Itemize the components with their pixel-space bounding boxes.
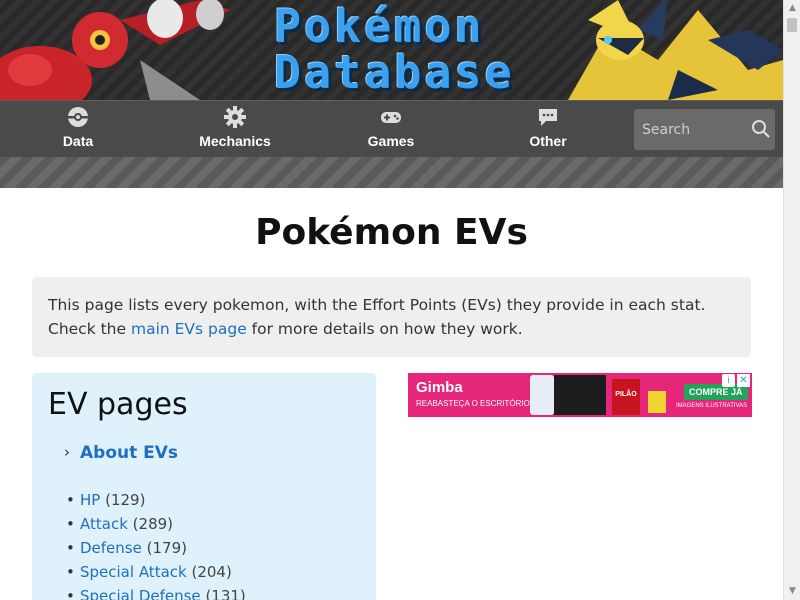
special-defense-link[interactable]: Special Defense (80, 587, 201, 600)
stat-count: (289) (132, 515, 174, 533)
intro-panel: This page lists every pokemon, with the … (32, 277, 751, 357)
ad-product-bottle (530, 375, 554, 415)
search-icon[interactable] (751, 119, 771, 139)
hp-link[interactable]: HP (80, 491, 100, 509)
main-evs-link[interactable]: main EVs page (131, 320, 247, 338)
pokeball-icon (68, 107, 88, 127)
stat-count: (129) (105, 491, 146, 509)
ad-product-coffee: PILÃO (612, 379, 640, 415)
nav-item-data[interactable]: Data (8, 101, 148, 158)
logo-line-2: Database (274, 46, 515, 99)
close-icon[interactable]: ✕ (737, 374, 750, 387)
main-nav: Data Mechanics Games Other Search (0, 100, 783, 157)
nav-label-data: Data (62, 133, 94, 149)
ad-note: IMAGENS ILUSTRATIVAS (676, 403, 748, 409)
ad-product-notes (648, 391, 666, 413)
stat-count: (204) (191, 563, 232, 581)
stat-count: (179) (146, 539, 187, 557)
ad-product-notebook (554, 375, 606, 415)
search-box (634, 109, 775, 150)
defense-link[interactable]: Defense (80, 539, 142, 557)
nav-stripe-divider (0, 157, 783, 188)
ad-brand: Gimba (416, 379, 463, 396)
main-content: Pokémon EVs This page lists every pokemo… (0, 188, 783, 600)
list-item: HP (129) (66, 488, 246, 512)
stat-count: (131) (205, 587, 246, 600)
list-item: Special Attack (204) (66, 560, 246, 584)
nav-label-mechanics: Mechanics (199, 133, 271, 149)
scrollbar-thumb[interactable] (787, 18, 797, 32)
ev-pages-panel: EV pages › About EVs HP (129) Attack (28… (32, 373, 376, 600)
nav-item-other[interactable]: Other (478, 101, 618, 158)
page-title: Pokémon EVs (255, 212, 528, 253)
scroll-down-arrow-icon[interactable]: ▼ (784, 583, 800, 600)
chevron-right-icon: › (64, 443, 70, 461)
logo-line-1: Pokémon (274, 0, 485, 53)
about-evs-link[interactable]: About EVs (80, 443, 178, 463)
nav-item-games[interactable]: Games (321, 101, 461, 158)
ev-stat-list: HP (129) Attack (289) Defense (179) Spec… (66, 488, 246, 600)
gear-icon (224, 106, 246, 128)
scizor-illustration (0, 0, 230, 100)
nav-label-other: Other (529, 133, 567, 149)
site-logo[interactable]: Pokémon Database (274, 4, 515, 96)
site-banner[interactable]: Pokémon Database (0, 0, 783, 100)
about-evs-item: › About EVs (64, 443, 178, 463)
scroll-up-arrow-icon[interactable]: ▲ (784, 0, 800, 17)
zeraora-illustration (568, 0, 783, 100)
list-item: Special Defense (131) (66, 584, 246, 600)
list-item: Attack (289) (66, 512, 246, 536)
gamepad-icon (381, 112, 401, 123)
ad-subtitle: REABASTEÇA O ESCRITÓRIO (416, 399, 530, 408)
ev-pages-heading: EV pages (48, 387, 188, 422)
special-attack-link[interactable]: Special Attack (80, 563, 187, 581)
chat-bubble-icon (539, 109, 557, 126)
ad-banner[interactable]: Gimba REABASTEÇA O ESCRITÓRIO PILÃO COMP… (408, 373, 752, 417)
info-icon[interactable]: i (722, 374, 735, 387)
nav-label-games: Games (367, 133, 415, 149)
list-item: Defense (179) (66, 536, 246, 560)
attack-link[interactable]: Attack (80, 515, 128, 533)
page-scrollbar[interactable]: ▲ ▼ (783, 0, 800, 600)
intro-text-after: for more details on how they work. (246, 320, 523, 338)
ad-product-label: PILÃO (615, 391, 637, 398)
nav-item-mechanics[interactable]: Mechanics (165, 101, 305, 158)
search-input[interactable] (634, 109, 744, 150)
